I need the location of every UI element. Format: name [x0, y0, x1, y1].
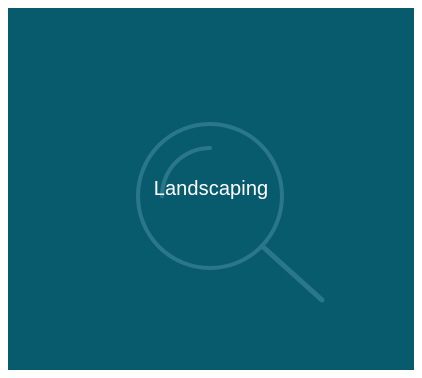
- tile-label: Landscaping: [153, 178, 269, 200]
- landscaping-tile[interactable]: Landscaping: [8, 8, 414, 370]
- search-icon: [136, 122, 325, 303]
- page: Landscaping: [0, 0, 422, 378]
